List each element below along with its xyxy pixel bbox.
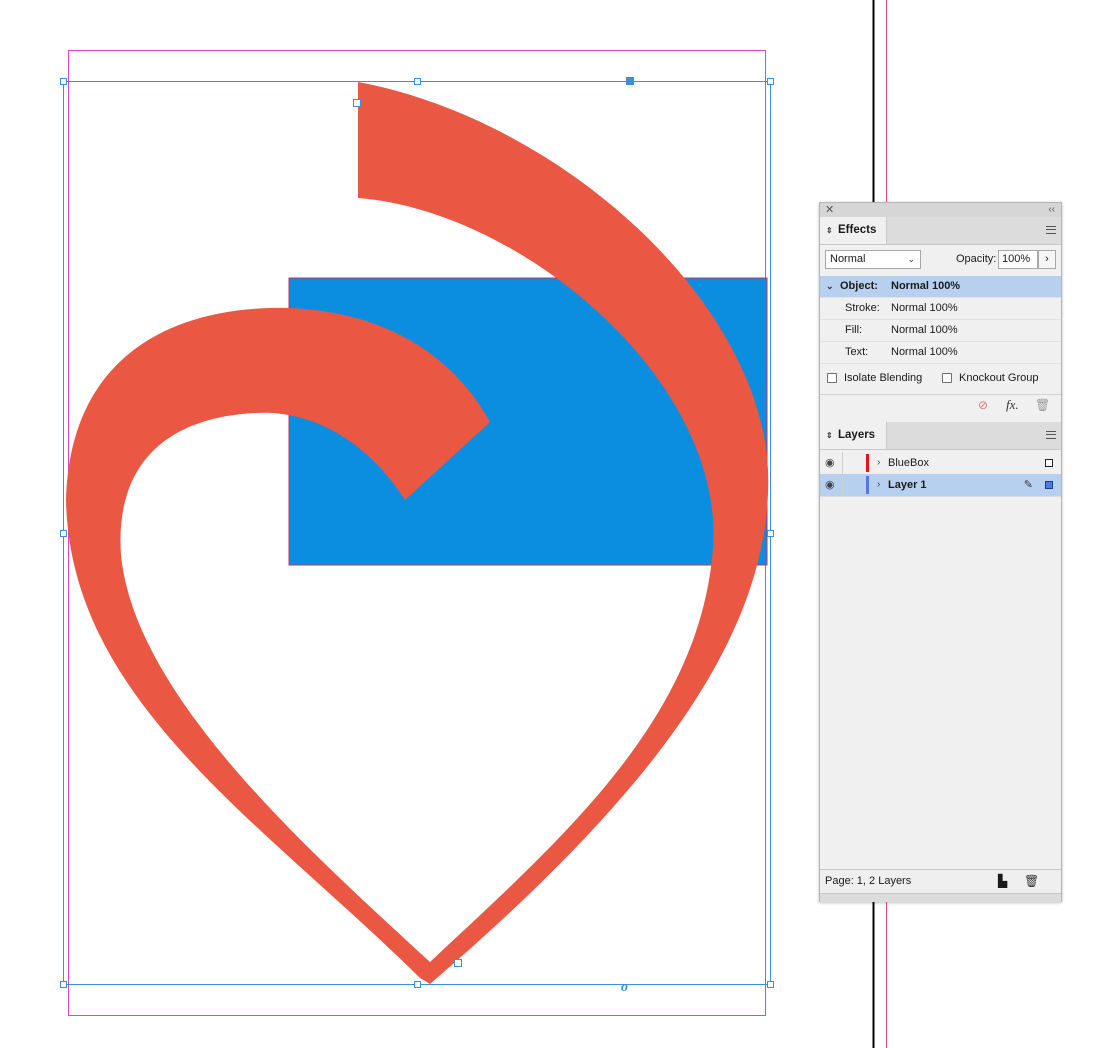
divider xyxy=(820,394,1061,395)
close-icon[interactable]: ✕ xyxy=(825,203,834,217)
knockout-group-checkbox[interactable] xyxy=(942,373,952,383)
selected-anchor-point[interactable] xyxy=(626,77,634,85)
handle-bottom-left[interactable] xyxy=(60,981,67,988)
layer-name: BlueBox xyxy=(888,457,929,469)
effect-row-label: Stroke: xyxy=(845,302,880,314)
effect-row-text[interactable]: Text: Normal 100% xyxy=(820,342,1061,364)
panel-menu-icon[interactable] xyxy=(1046,431,1056,439)
effect-row-label: Object: xyxy=(840,280,878,292)
effect-row-value: Normal 100% xyxy=(891,324,958,336)
trash-icon[interactable]: 🗑 xyxy=(1035,398,1050,412)
layer-selection-box[interactable] xyxy=(1045,459,1053,467)
opacity-slider-button[interactable]: › xyxy=(1038,250,1056,269)
handle-top-center[interactable] xyxy=(414,78,421,85)
column-divider xyxy=(842,452,843,474)
effects-layers-panel: ✕ ‹‹ ⇕ Effects Normal ⌄ Opacity: 100% › ⌄… xyxy=(819,202,1062,902)
effect-row-label: Fill: xyxy=(845,324,863,336)
panel-titlebar[interactable]: ✕ ‹‹ xyxy=(820,203,1061,218)
handle-middle-left[interactable] xyxy=(60,530,67,537)
layer-color-swatch xyxy=(866,454,869,472)
handle-top-left[interactable] xyxy=(60,78,67,85)
effect-row-stroke[interactable]: Stroke: Normal 100% xyxy=(820,298,1061,320)
transform-marker: o xyxy=(621,980,628,995)
eye-icon[interactable]: ◉ xyxy=(825,474,835,496)
layers-tab-row: ⇕ Layers xyxy=(820,422,1061,450)
opacity-input[interactable]: 100% xyxy=(998,250,1038,269)
layers-footer: Page: 1, 2 Layers ▙ 🗑 xyxy=(820,869,1061,893)
chevron-right-icon[interactable]: › xyxy=(877,452,880,474)
effect-row-value: Normal 100% xyxy=(891,302,958,314)
effect-row-value: Normal 100% xyxy=(891,280,961,292)
handle-bottom-center[interactable] xyxy=(414,981,421,988)
effect-row-value: Normal 100% xyxy=(891,346,958,358)
tab-arrows-icon: ⇕ xyxy=(826,431,833,440)
layer-row-layer-1[interactable]: ◉ › Layer 1 ✎ xyxy=(820,474,1061,497)
effects-tab-label: Effects xyxy=(838,224,877,236)
collapse-icon[interactable]: ‹‹ xyxy=(1048,203,1055,217)
anchor-point-top[interactable] xyxy=(353,99,361,107)
pen-icon: ✎ xyxy=(1023,479,1033,491)
panel-menu-icon[interactable] xyxy=(1046,226,1056,234)
handle-bottom-right[interactable] xyxy=(767,981,774,988)
layers-status-text: Page: 1, 2 Layers xyxy=(825,875,912,887)
chevron-down-icon: ⌄ xyxy=(907,254,915,264)
layers-tab-label: Layers xyxy=(838,429,876,441)
isolate-blending-checkbox[interactable] xyxy=(827,373,837,383)
effect-row-object[interactable]: ⌄ Object: Normal 100% xyxy=(820,276,1061,298)
chevron-down-icon: ⌄ xyxy=(826,281,834,291)
column-divider xyxy=(842,474,843,496)
effect-row-fill[interactable]: Fill: Normal 100% xyxy=(820,320,1061,342)
layer-name: Layer 1 xyxy=(888,479,927,491)
opacity-label: Opacity: xyxy=(956,253,997,265)
layer-selection-box[interactable] xyxy=(1045,481,1053,489)
effects-tab-row: ⇕ Effects xyxy=(820,217,1061,245)
handle-top-right[interactable] xyxy=(767,78,774,85)
fx-icon[interactable]: fx. xyxy=(1006,397,1019,413)
new-layer-icon[interactable]: ▙ xyxy=(998,870,1007,893)
effect-row-label: Text: xyxy=(845,346,869,358)
blend-mode-value: Normal xyxy=(830,253,866,265)
layer-color-swatch xyxy=(866,476,869,494)
tab-layers[interactable]: ⇕ Layers xyxy=(820,422,887,449)
layer-row-bluebox[interactable]: ◉ › BlueBox xyxy=(820,452,1061,475)
chevron-right-icon[interactable]: › xyxy=(877,474,880,496)
knockout-group-label: Knockout Group xyxy=(959,372,1039,384)
handle-middle-right[interactable] xyxy=(767,530,774,537)
trash-icon[interactable]: 🗑 xyxy=(1024,870,1039,893)
tab-effects[interactable]: ⇕ Effects xyxy=(820,217,887,244)
clear-effects-icon[interactable]: ⊘ xyxy=(978,398,988,412)
tab-arrows-icon: ⇕ xyxy=(826,226,833,235)
blend-mode-select[interactable]: Normal ⌄ xyxy=(825,250,921,269)
panel-resize-grip[interactable] xyxy=(820,893,1061,902)
anchor-point-bottom[interactable] xyxy=(454,959,462,967)
isolate-blending-label: Isolate Blending xyxy=(844,372,923,384)
eye-icon[interactable]: ◉ xyxy=(825,452,835,474)
